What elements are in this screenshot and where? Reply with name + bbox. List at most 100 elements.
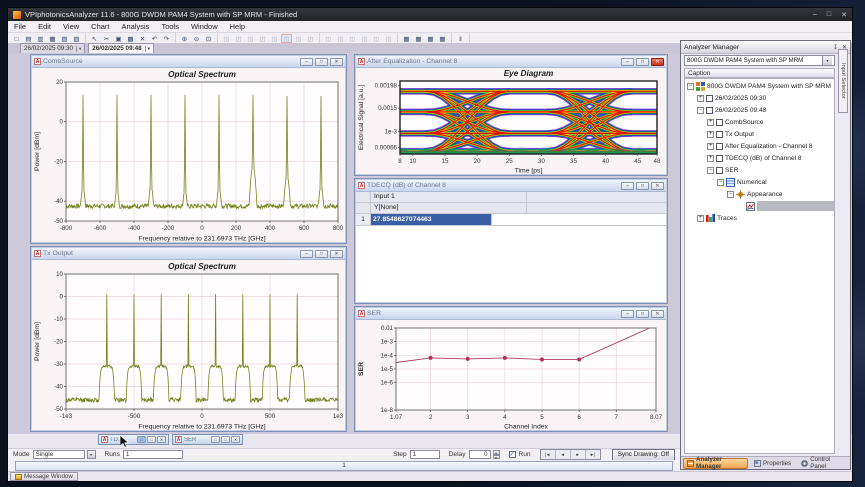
restore-icon[interactable]: □: [137, 436, 146, 443]
zoom-in-icon[interactable]: ⊕: [179, 34, 190, 43]
window-tile-v-icon[interactable]: ◫: [245, 34, 256, 43]
checkbox[interactable]: [716, 155, 723, 162]
expand-icon[interactable]: +: [707, 119, 714, 126]
menu-chart[interactable]: Chart: [85, 22, 115, 31]
copy-icon[interactable]: ▣: [113, 34, 124, 43]
window-tile-h-icon[interactable]: ◫: [233, 34, 244, 43]
expand-icon[interactable]: +: [707, 131, 714, 138]
maximize-icon[interactable]: □: [147, 436, 156, 443]
restore-icon[interactable]: □: [211, 436, 220, 443]
close-icon[interactable]: ✕: [231, 436, 240, 443]
layout-5-icon[interactable]: ◫: [371, 34, 382, 43]
run-tab-0[interactable]: 26/02/2025 09:30▾: [20, 43, 85, 53]
tdecq-title-bar[interactable]: A TDECQ (dB) of Channel 8 – □ ✕: [356, 180, 666, 192]
view-zoom-icon[interactable]: ▦: [413, 34, 424, 43]
layout-4-icon[interactable]: ◫: [359, 34, 370, 43]
checkbox[interactable]: [716, 167, 723, 174]
dock-tab-properties[interactable]: Properties: [750, 458, 795, 469]
pointer-icon[interactable]: ↖: [89, 34, 100, 43]
expand-icon[interactable]: +: [697, 215, 704, 222]
maximize-icon[interactable]: □: [827, 11, 831, 19]
step-forward-button[interactable]: ►|: [586, 450, 600, 459]
layout-1-icon[interactable]: ◫: [323, 34, 334, 43]
open-icon[interactable]: ▤: [23, 34, 34, 43]
window-next-icon[interactable]: ◫: [293, 34, 304, 43]
delete-icon[interactable]: ✕: [137, 34, 148, 43]
tree-item-800g-dwdm-pam4-system-with-sp-mrm[interactable]: −800G DWDM PAM4 System with SP MRM: [685, 80, 834, 92]
mode-select[interactable]: Single: [33, 450, 85, 459]
caption-column-header[interactable]: Caption: [684, 68, 835, 78]
system-select[interactable]: 800G DWDM PAM4 System with SP MRM ▾: [684, 55, 835, 66]
minimize-icon[interactable]: –: [621, 182, 634, 190]
collapse-icon[interactable]: −: [707, 167, 714, 174]
collapse-icon[interactable]: −: [727, 191, 734, 198]
menu-file[interactable]: File: [8, 22, 32, 31]
checkbox[interactable]: [716, 143, 723, 150]
menu-window[interactable]: Window: [185, 22, 224, 31]
close-icon[interactable]: ✕: [330, 250, 343, 258]
restore-icon[interactable]: □: [636, 310, 649, 318]
close-icon[interactable]: ✕: [157, 436, 166, 443]
save-icon[interactable]: ▥: [35, 34, 46, 43]
layout-6-icon[interactable]: ◫: [383, 34, 394, 43]
expand-icon[interactable]: +: [697, 95, 704, 102]
print-icon[interactable]: ▨: [71, 34, 82, 43]
collapse-icon[interactable]: −: [717, 179, 724, 186]
minimize-icon[interactable]: –: [621, 58, 634, 66]
paste-icon[interactable]: ▩: [125, 34, 136, 43]
minimize-icon[interactable]: –: [813, 11, 817, 19]
pause-icon[interactable]: ‖: [455, 34, 466, 43]
run-checkbox[interactable]: ✓: [509, 451, 516, 458]
tree-item-26-02-2025-09-30[interactable]: +26/02/2025 09:30: [685, 92, 834, 104]
chevron-down-icon[interactable]: ▾: [822, 56, 832, 65]
checkbox[interactable]: [706, 107, 713, 114]
tree-item-after-equalization-channel-8[interactable]: +After Equalization - Channel 8: [685, 140, 834, 152]
tx-output-title-bar[interactable]: A Tx Output – □ ✕: [32, 248, 345, 260]
expand-icon[interactable]: +: [707, 155, 714, 162]
zoom-out-icon[interactable]: ⊖: [191, 34, 202, 43]
checkbox[interactable]: [706, 95, 713, 102]
window-prev-icon[interactable]: ◫: [305, 34, 316, 43]
cut-icon[interactable]: ✂: [101, 34, 112, 43]
maximize-icon[interactable]: □: [221, 436, 230, 443]
dock-tab-analyzer-manager[interactable]: Analyzer Manager: [683, 458, 748, 469]
play-forward-button[interactable]: ►: [571, 450, 586, 459]
view-style-icon[interactable]: ▦: [437, 34, 448, 43]
window-close-all-icon[interactable]: ◫: [269, 34, 280, 43]
layout-3-icon[interactable]: ◫: [347, 34, 358, 43]
step-input[interactable]: 1: [410, 450, 440, 459]
new-icon[interactable]: □: [11, 34, 22, 43]
dock-header[interactable]: Analyzer Manager ↧ ✕: [681, 41, 850, 54]
undo-icon[interactable]: ↶: [149, 34, 160, 43]
chevron-down-icon[interactable]: ▾: [145, 46, 150, 52]
chevron-down-icon[interactable]: ▾: [76, 46, 81, 52]
menu-edit[interactable]: Edit: [32, 22, 57, 31]
close-icon[interactable]: ✕: [651, 310, 664, 318]
view-pan-icon[interactable]: ▦: [425, 34, 436, 43]
tree-item-numerical[interactable]: −Numerical: [685, 176, 834, 188]
close-icon[interactable]: ✕: [651, 58, 664, 66]
restore-icon[interactable]: □: [315, 58, 328, 66]
after-equalization-title-bar[interactable]: A After Equalization - Channel 8 – □ ✕: [356, 56, 666, 68]
zoom-fit-icon[interactable]: ⊡: [203, 34, 214, 43]
restore-icon[interactable]: □: [636, 58, 649, 66]
combsource-title-bar[interactable]: A CombSource – □ ✕: [32, 56, 345, 68]
tree-item-tx-output[interactable]: +Tx Output: [685, 128, 834, 140]
save-all-icon[interactable]: ▦: [47, 34, 58, 43]
row-number[interactable]: 1: [356, 214, 371, 225]
tree-item-traces[interactable]: +Traces: [685, 212, 834, 224]
redo-icon[interactable]: ↷: [161, 34, 172, 43]
restore-icon[interactable]: □: [315, 250, 328, 258]
window-arrange-icon[interactable]: ◫: [257, 34, 268, 43]
menu-analysis[interactable]: Analysis: [116, 22, 156, 31]
menu-tools[interactable]: Tools: [155, 22, 185, 31]
window-cascade-icon[interactable]: ◫: [221, 34, 232, 43]
minimize-icon[interactable]: –: [300, 250, 313, 258]
step-back-button[interactable]: |◄: [541, 450, 556, 459]
tree-item-tdecq-db-of-channel-8[interactable]: +TDECQ (dB) of Channel 8: [685, 152, 834, 164]
ser-title-bar[interactable]: A SER – □ ✕: [356, 308, 666, 320]
minimize-icon[interactable]: –: [621, 310, 634, 318]
column-header[interactable]: Input 1: [371, 192, 527, 202]
minimize-icon[interactable]: –: [300, 58, 313, 66]
chart-icon[interactable]: ▧: [59, 34, 70, 43]
